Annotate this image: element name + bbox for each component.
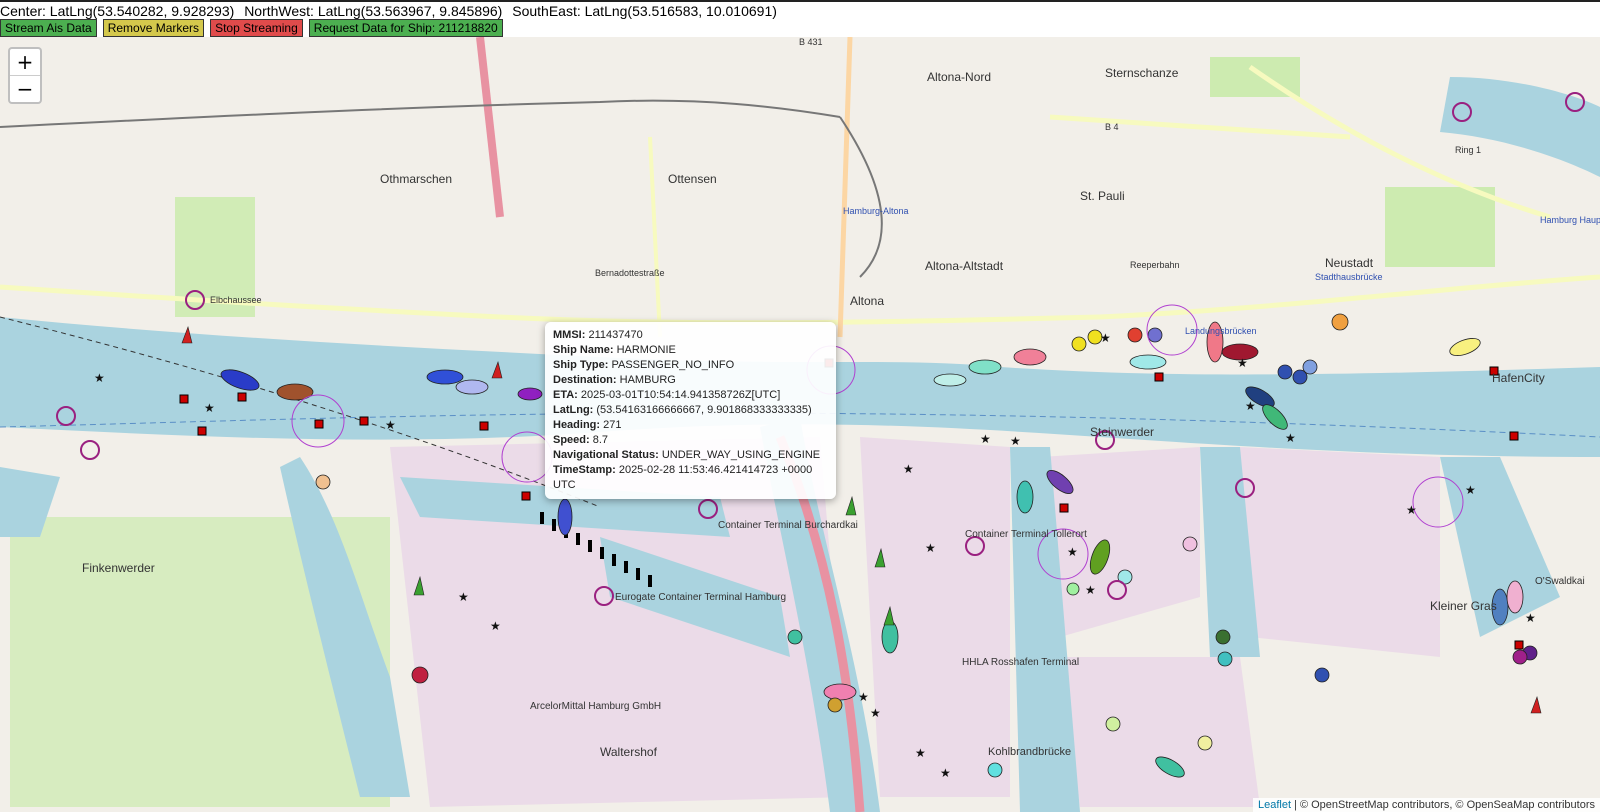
svg-text:★: ★ bbox=[1237, 356, 1248, 370]
eta-value: 2025-03-01T10:54:14.941358726Z[UTC] bbox=[580, 389, 781, 401]
northwest-coords: NorthWest: LatLng(53.563967, 9.845896) bbox=[244, 3, 503, 19]
eta-label: ETA: bbox=[553, 389, 578, 401]
svg-text:★: ★ bbox=[385, 418, 396, 432]
svg-text:★: ★ bbox=[490, 619, 501, 633]
coordinates-readout: Center: LatLng(53.540282, 9.928293) Nort… bbox=[0, 3, 783, 19]
label-bernadottestrasse: Bernadottestraße bbox=[595, 268, 665, 278]
label-reeperbahn: Reeperbahn bbox=[1130, 260, 1180, 270]
stream-ais-button[interactable]: Stream Ais Data bbox=[0, 19, 97, 37]
latlng-value: (53.54163166666667, 9.901868333333335) bbox=[596, 404, 812, 416]
label-arcelormittal: ArcelorMittal Hamburg GmbH bbox=[530, 701, 661, 712]
ship-type-value: PASSENGER_NO_INFO bbox=[611, 359, 735, 371]
label-sternschanze: Sternschanze bbox=[1105, 66, 1179, 80]
label-container-tollerort: Container Terminal Tollerort bbox=[965, 529, 1087, 540]
svg-text:★: ★ bbox=[1406, 503, 1417, 517]
mmsi-value: 211437470 bbox=[588, 329, 643, 341]
latlng-label: LatLng: bbox=[553, 404, 594, 416]
svg-text:★: ★ bbox=[1100, 331, 1111, 345]
svg-text:★: ★ bbox=[1465, 483, 1476, 497]
speed-value: 8.7 bbox=[592, 434, 609, 446]
ship-name-value: HARMONIE bbox=[616, 344, 676, 356]
label-eurogate: Eurogate Container Terminal Hamburg bbox=[615, 592, 786, 603]
label-hhla-rosshafen: HHLA Rosshafen Terminal bbox=[962, 657, 1079, 668]
svg-text:★: ★ bbox=[858, 690, 869, 704]
svg-text:★: ★ bbox=[870, 706, 881, 720]
svg-text:★: ★ bbox=[1010, 434, 1021, 448]
stop-streaming-button[interactable]: Stop Streaming bbox=[210, 19, 303, 37]
zoom-control: + − bbox=[8, 47, 42, 104]
leaflet-link[interactable]: Leaflet bbox=[1258, 799, 1291, 811]
svg-text:★: ★ bbox=[1245, 399, 1256, 413]
destination-label: Destination: bbox=[553, 374, 617, 386]
top-border bbox=[0, 0, 1600, 2]
label-hamburg-hbf: Hamburg Hauptbahnhof bbox=[1540, 215, 1600, 225]
label-b4: B 4 bbox=[1105, 122, 1119, 132]
destination-value: HAMBURG bbox=[619, 374, 676, 386]
label-stadthausbruecke: Stadthausbrücke bbox=[1315, 272, 1383, 282]
map-attribution: Leaflet | © OpenStreetMap contributors, … bbox=[1252, 798, 1600, 812]
label-b431: B 431 bbox=[799, 37, 823, 47]
label-kohlbrandbruecke: Kohlbrandbrücke bbox=[988, 746, 1071, 758]
remove-markers-button[interactable]: Remove Markers bbox=[102, 19, 205, 37]
zoom-out-button[interactable]: − bbox=[10, 76, 40, 102]
label-altona-nord: Altona-Nord bbox=[927, 70, 991, 84]
label-othmarschen: Othmarschen bbox=[380, 172, 452, 186]
svg-text:★: ★ bbox=[1085, 583, 1096, 597]
svg-text:★: ★ bbox=[1285, 431, 1296, 445]
label-steinwerder: Steinwerder bbox=[1090, 425, 1154, 439]
label-finkenwerder: Finkenwerder bbox=[82, 561, 155, 575]
label-container-burchardkai: Container Terminal Burchardkai bbox=[718, 520, 858, 531]
heading-label: Heading: bbox=[553, 419, 601, 431]
mmsi-label: MMSI: bbox=[553, 329, 586, 341]
label-waltershof: Waltershof bbox=[600, 745, 658, 759]
label-o-swaldkai: O'Swaldkai bbox=[1535, 576, 1585, 587]
label-ring1: Ring 1 bbox=[1455, 145, 1481, 155]
southeast-coords: SouthEast: LatLng(53.516583, 10.010691) bbox=[512, 3, 777, 19]
label-altona-altstadt: Altona-Altstadt bbox=[925, 259, 1004, 273]
timestamp-label: TimeStamp: bbox=[553, 464, 616, 476]
svg-text:★: ★ bbox=[903, 462, 914, 476]
zoom-in-button[interactable]: + bbox=[10, 49, 40, 76]
request-ship-data-button[interactable]: Request Data for Ship: 211218820 bbox=[308, 19, 503, 37]
svg-text:★: ★ bbox=[940, 766, 951, 780]
label-ottensen: Ottensen bbox=[668, 172, 717, 186]
svg-text:★: ★ bbox=[204, 401, 215, 415]
nav-status-value: UNDER_WAY_USING_ENGINE bbox=[661, 449, 821, 461]
svg-text:★: ★ bbox=[925, 541, 936, 555]
control-bar: Stream Ais Data Remove Markers Stop Stre… bbox=[0, 19, 503, 37]
svg-text:★: ★ bbox=[980, 432, 991, 446]
label-neustadt: Neustadt bbox=[1325, 256, 1374, 270]
label-elbchaussee: Elbchaussee bbox=[210, 295, 262, 305]
label-landungsbruecken: Landungsbrücken bbox=[1185, 326, 1257, 336]
ship-name-label: Ship Name: bbox=[553, 344, 614, 356]
attribution-text: | © OpenStreetMap contributors, © OpenSe… bbox=[1291, 799, 1595, 811]
label-hamburg-altona: Hamburg-Altona bbox=[843, 206, 909, 216]
label-st-pauli: St. Pauli bbox=[1080, 189, 1125, 203]
center-coords: Center: LatLng(53.540282, 9.928293) bbox=[0, 3, 235, 19]
ship-type-label: Ship Type: bbox=[553, 359, 609, 371]
heading-value: 271 bbox=[603, 419, 622, 431]
svg-text:★: ★ bbox=[94, 371, 105, 385]
label-altona: Altona bbox=[850, 294, 884, 308]
label-kleiner-grasbrook: Kleiner Gras bbox=[1430, 599, 1497, 613]
label-hafencity: HafenCity bbox=[1492, 371, 1545, 385]
ship-info-popup: MMSI: 211437470 Ship Name: HARMONIE Ship… bbox=[545, 322, 836, 499]
speed-label: Speed: bbox=[553, 434, 590, 446]
svg-text:★: ★ bbox=[1525, 611, 1536, 625]
svg-text:★: ★ bbox=[915, 746, 926, 760]
map-canvas[interactable]: ★ ★ ★ ★ ★ ★ ★ ★ ★ ★ ★ ★ ★ ★ ★ ★ ★ ★ ★ ★ ★ ★ Altona-Nor… bbox=[0, 37, 1600, 812]
nav-status-label: Navigational Status: bbox=[553, 449, 659, 461]
svg-text:★: ★ bbox=[1067, 545, 1078, 559]
svg-text:★: ★ bbox=[458, 590, 469, 604]
